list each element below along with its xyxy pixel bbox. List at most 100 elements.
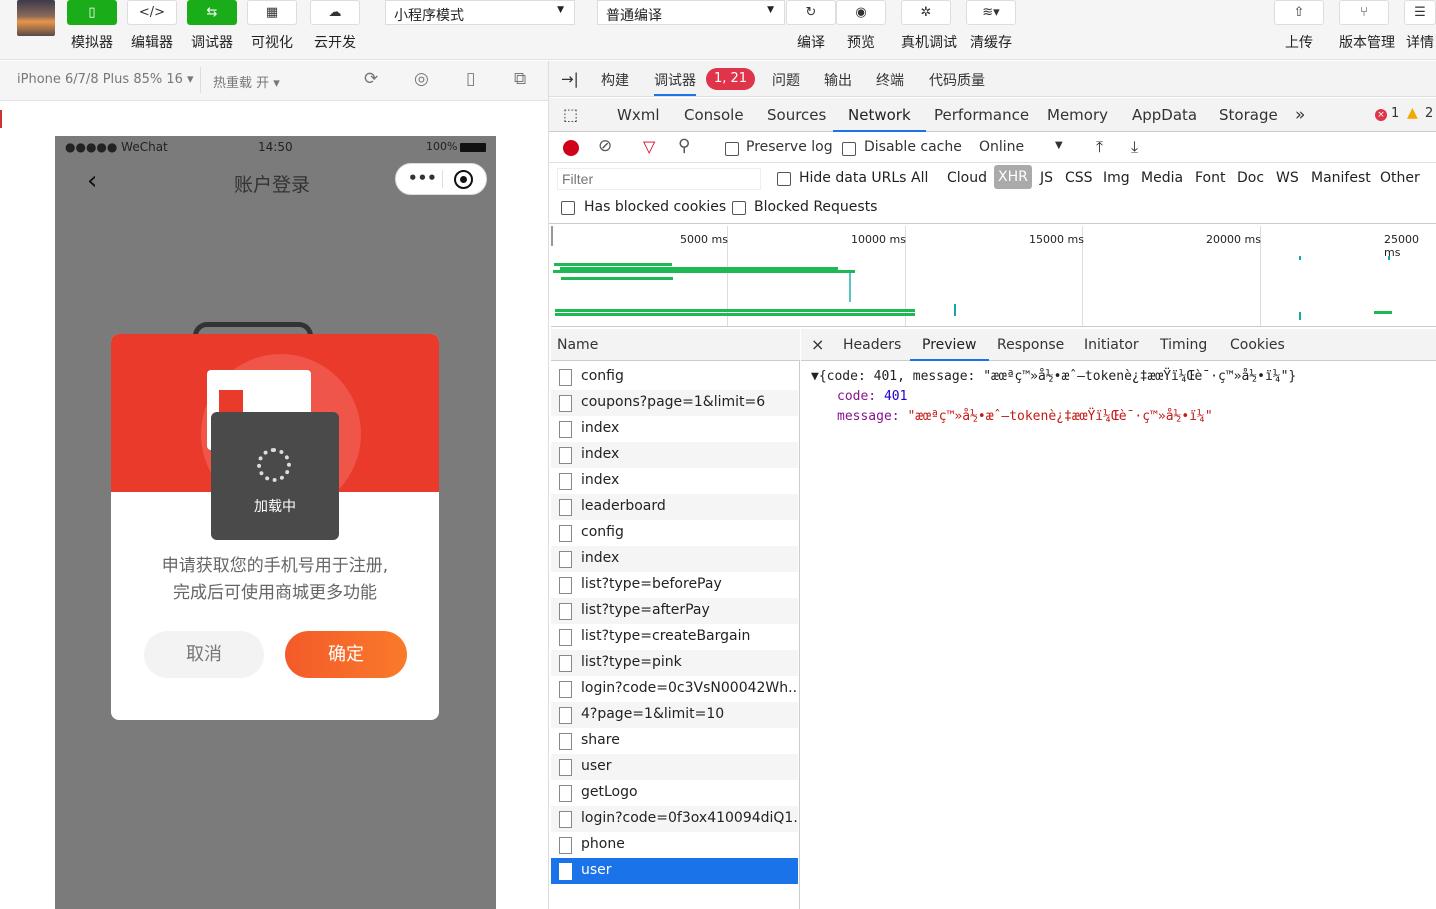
import-icon[interactable]: ⤒ bbox=[1096, 137, 1103, 157]
close-miniapp-icon[interactable] bbox=[454, 170, 473, 189]
tab-network[interactable]: Network bbox=[833, 98, 926, 132]
device-icon[interactable]: ▯ bbox=[466, 69, 475, 89]
record-icon[interactable] bbox=[563, 140, 579, 156]
more-tabs-icon[interactable]: » bbox=[1295, 98, 1305, 132]
menu-capsule[interactable]: ••• bbox=[395, 163, 487, 195]
tab-response[interactable]: Response bbox=[997, 329, 1064, 361]
hot-reload-select[interactable]: 热重载 开 ▾ bbox=[213, 72, 280, 91]
type-other[interactable]: Other bbox=[1380, 170, 1420, 186]
chevron-down-icon[interactable]: ▼ bbox=[1055, 140, 1063, 151]
preserve-log-checkbox[interactable] bbox=[725, 141, 739, 157]
device-select[interactable]: iPhone 6/7/8 Plus 85% 16 ▾ bbox=[17, 72, 194, 87]
filter-input[interactable] bbox=[557, 168, 761, 190]
request-row[interactable]: list?type=afterPay bbox=[551, 598, 798, 624]
stop-icon[interactable]: ◎ bbox=[414, 69, 429, 89]
request-row[interactable]: share bbox=[551, 728, 798, 754]
close-icon[interactable]: × bbox=[811, 329, 824, 361]
clear-icon[interactable]: ⊘ bbox=[598, 136, 612, 156]
confirm-button[interactable]: 确定 bbox=[285, 631, 407, 678]
request-row[interactable]: coupons?page=1&limit=6 bbox=[551, 390, 798, 416]
compile-select[interactable]: 普通编译 ▼ bbox=[597, 0, 785, 25]
tab-performance[interactable]: Performance bbox=[934, 98, 1029, 132]
request-row[interactable]: getLogo bbox=[551, 780, 798, 806]
tab-issues[interactable]: 问题 bbox=[772, 70, 800, 90]
type-font[interactable]: Font bbox=[1195, 170, 1225, 186]
export-icon[interactable]: ⤓ bbox=[1131, 137, 1138, 157]
request-row[interactable]: list?type=createBargain bbox=[551, 624, 798, 650]
tab-storage[interactable]: Storage bbox=[1219, 98, 1278, 132]
type-css[interactable]: CSS bbox=[1065, 170, 1093, 186]
request-row[interactable]: login?code=0c3VsN00042Wh... bbox=[551, 676, 798, 702]
more-icon[interactable]: ••• bbox=[408, 169, 437, 187]
type-media[interactable]: Media bbox=[1141, 170, 1183, 186]
avatar[interactable] bbox=[17, 0, 55, 36]
tab-appdata[interactable]: AppData bbox=[1132, 98, 1197, 132]
clear-cache-button[interactable]: ≋▾ 清缓存 bbox=[966, 0, 1016, 52]
dock-icon[interactable]: →| bbox=[561, 70, 579, 88]
simulator-button[interactable]: ▯ 模拟器 bbox=[67, 0, 117, 52]
tab-initiator[interactable]: Initiator bbox=[1084, 329, 1139, 361]
request-row[interactable]: list?type=pink bbox=[551, 650, 798, 676]
type-img[interactable]: Img bbox=[1103, 170, 1130, 186]
type-xhr[interactable]: XHR bbox=[994, 165, 1032, 189]
preview-root[interactable]: ▼{code: 401, message: "æœªç™»å½•æˆ–token… bbox=[811, 369, 1296, 384]
visual-button[interactable]: ▦ 可视化 bbox=[247, 0, 297, 52]
request-row[interactable]: list?type=beforePay bbox=[551, 572, 798, 598]
request-row[interactable]: index bbox=[551, 468, 798, 494]
request-row[interactable]: 4?page=1&limit=10 bbox=[551, 702, 798, 728]
type-ws[interactable]: WS bbox=[1276, 170, 1299, 186]
tab-preview[interactable]: Preview bbox=[910, 329, 989, 361]
request-row[interactable]: index bbox=[551, 442, 798, 468]
mode-select[interactable]: 小程序模式 ▼ bbox=[385, 0, 575, 25]
name-column-header[interactable]: Name bbox=[551, 329, 800, 361]
request-row[interactable]: index bbox=[551, 416, 798, 442]
tab-headers[interactable]: Headers bbox=[843, 329, 901, 361]
details-button[interactable]: ☰ 详情 bbox=[1404, 0, 1436, 52]
tab-memory[interactable]: Memory bbox=[1047, 98, 1108, 132]
request-row[interactable]: user bbox=[551, 754, 798, 780]
tab-output[interactable]: 输出 bbox=[824, 70, 852, 90]
disable-cache-checkbox[interactable] bbox=[842, 141, 856, 157]
cloud-button[interactable]: ☁ 云开发 bbox=[310, 0, 360, 52]
expand-triangle-icon[interactable]: ▼ bbox=[811, 369, 819, 384]
tab-cookies[interactable]: Cookies bbox=[1230, 329, 1285, 361]
request-row[interactable]: config bbox=[551, 364, 798, 390]
type-cloud[interactable]: Cloud bbox=[947, 170, 987, 186]
debugger-button[interactable]: ⇆ 调试器 bbox=[187, 0, 237, 52]
filter-icon[interactable]: ▽ bbox=[643, 137, 655, 156]
tab-timing[interactable]: Timing bbox=[1160, 329, 1207, 361]
request-row[interactable]: index bbox=[551, 546, 798, 572]
type-all[interactable]: All bbox=[911, 170, 928, 186]
editor-button[interactable]: </> 编辑器 bbox=[127, 0, 177, 52]
window-icon[interactable]: ⧉ bbox=[514, 69, 526, 89]
tab-terminal[interactable]: 终端 bbox=[876, 70, 904, 90]
type-js[interactable]: JS bbox=[1040, 170, 1053, 186]
request-row[interactable]: login?code=0f3ox410094diQ1... bbox=[551, 806, 798, 832]
tab-console[interactable]: Console bbox=[684, 98, 744, 132]
request-row[interactable]: leaderboard bbox=[551, 494, 798, 520]
preview-button[interactable]: ◉ 预览 bbox=[836, 0, 886, 52]
request-row[interactable]: user bbox=[551, 858, 798, 884]
tab-wxml[interactable]: Wxml bbox=[617, 98, 660, 132]
rotate-icon[interactable]: ⟳ bbox=[364, 69, 378, 89]
network-timeline[interactable]: 5000 ms 10000 ms 15000 ms 20000 ms 25000… bbox=[551, 226, 1436, 327]
search-icon[interactable]: ⚲ bbox=[678, 136, 690, 156]
compile-button[interactable]: ↻ 编译 bbox=[786, 0, 836, 52]
type-doc[interactable]: Doc bbox=[1237, 170, 1264, 186]
remote-debug-button[interactable]: ✲ 真机调试 bbox=[901, 0, 957, 52]
has-blocked-checkbox[interactable] bbox=[561, 200, 575, 216]
throttle-select[interactable]: Online bbox=[979, 139, 1024, 155]
inspect-icon[interactable]: ⬚ bbox=[563, 105, 578, 124]
tab-code-quality[interactable]: 代码质量 bbox=[929, 70, 985, 90]
cancel-button[interactable]: 取消 bbox=[144, 631, 264, 678]
hide-data-urls-checkbox[interactable] bbox=[777, 171, 791, 187]
upload-button[interactable]: ⇧ 上传 bbox=[1274, 0, 1324, 52]
warning-count[interactable]: 2 bbox=[1425, 106, 1433, 121]
tab-debugger[interactable]: 调试器 bbox=[654, 70, 696, 96]
tab-sources[interactable]: Sources bbox=[767, 98, 826, 132]
error-count[interactable]: 1 bbox=[1391, 106, 1399, 121]
request-row[interactable]: config bbox=[551, 520, 798, 546]
blocked-requests-checkbox[interactable] bbox=[732, 200, 746, 216]
version-button[interactable]: ⑂ 版本管理 bbox=[1339, 0, 1395, 52]
tab-build[interactable]: 构建 bbox=[601, 70, 629, 90]
